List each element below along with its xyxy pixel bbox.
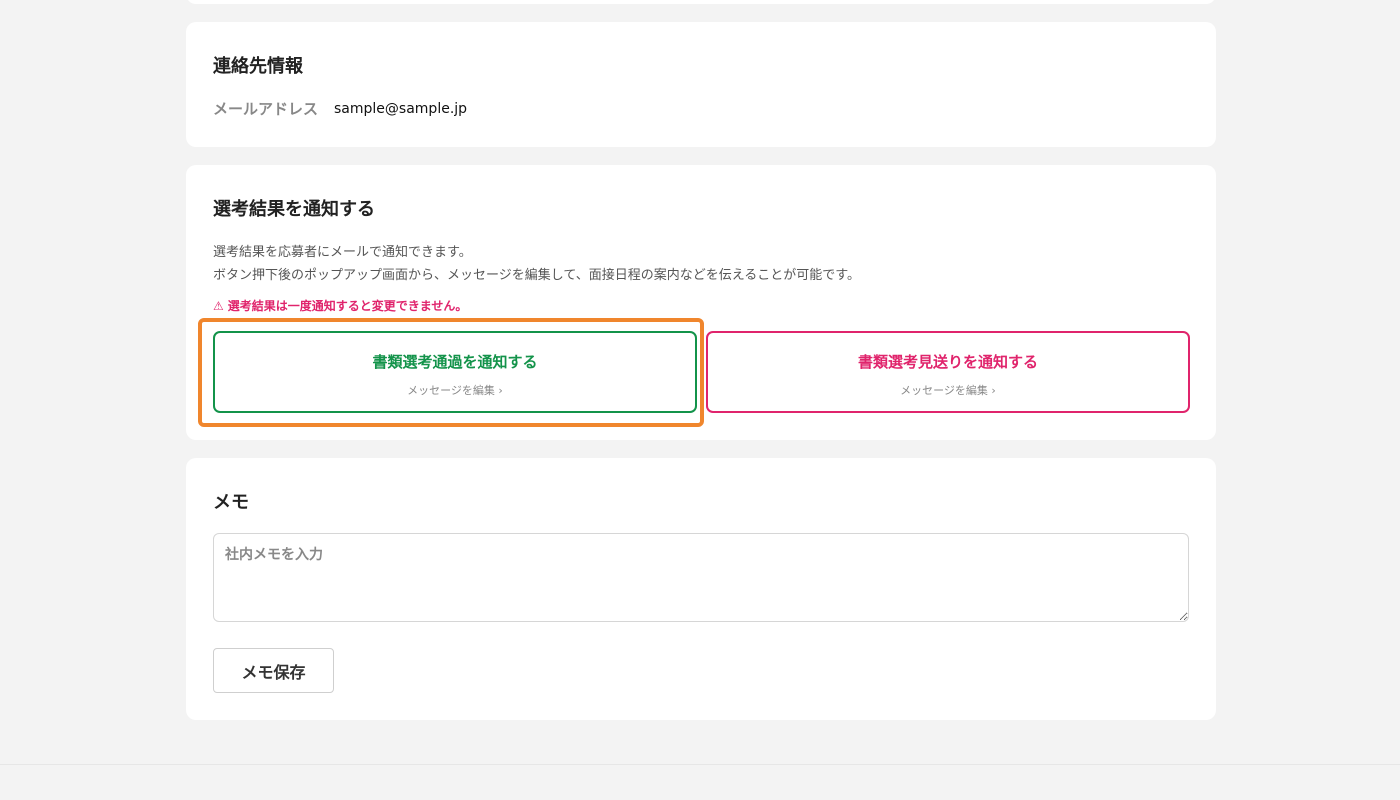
notify-pass-button[interactable]: 書類選考通過を通知する メッセージを編集 ›	[213, 331, 697, 413]
warning-message: ⚠ 選考結果は一度通知すると変更できません。	[213, 297, 467, 314]
page: 連絡先情報 メールアドレス sample@sample.jp 選考結果を通知する…	[0, 0, 1400, 800]
memo-input[interactable]	[213, 533, 1189, 622]
warning-text: 選考結果は一度通知すると変更できません。	[227, 299, 468, 313]
email-value: sample@sample.jp	[334, 100, 468, 117]
notify-pass-label: 書類選考通過を通知する	[372, 352, 538, 371]
edit-message-link: メッセージを編集 ›	[900, 383, 996, 397]
memo-card: メモ メモ保存	[186, 458, 1216, 720]
contact-title: 連絡先情報	[213, 56, 303, 77]
description-line-2: ボタン押下後のポップアップ画面から、メッセージを編集して、面接日程の案内などを伝…	[213, 268, 861, 283]
warning-icon: ⚠	[213, 298, 224, 313]
memo-title: メモ	[213, 492, 249, 513]
result-description: 選考結果を応募者にメールで通知できます。 ボタン押下後のポップアップ画面から、メ…	[213, 241, 860, 287]
contact-card: 連絡先情報 メールアドレス sample@sample.jp	[186, 22, 1216, 147]
memo-save-button[interactable]: メモ保存	[213, 648, 334, 693]
footer-divider	[0, 764, 1400, 765]
notify-reject-label: 書類選考見送りを通知する	[857, 352, 1038, 371]
result-title: 選考結果を通知する	[213, 199, 375, 220]
description-line-1: 選考結果を応募者にメールで通知できます。	[213, 245, 472, 260]
email-label: メールアドレス	[213, 100, 319, 118]
previous-card	[186, 0, 1216, 4]
email-row: メールアドレス sample@sample.jp	[213, 98, 467, 119]
edit-message-link: メッセージを編集 ›	[407, 383, 503, 397]
notify-reject-button[interactable]: 書類選考見送りを通知する メッセージを編集 ›	[706, 331, 1190, 413]
result-card: 選考結果を通知する 選考結果を応募者にメールで通知できます。 ボタン押下後のポッ…	[186, 165, 1216, 440]
